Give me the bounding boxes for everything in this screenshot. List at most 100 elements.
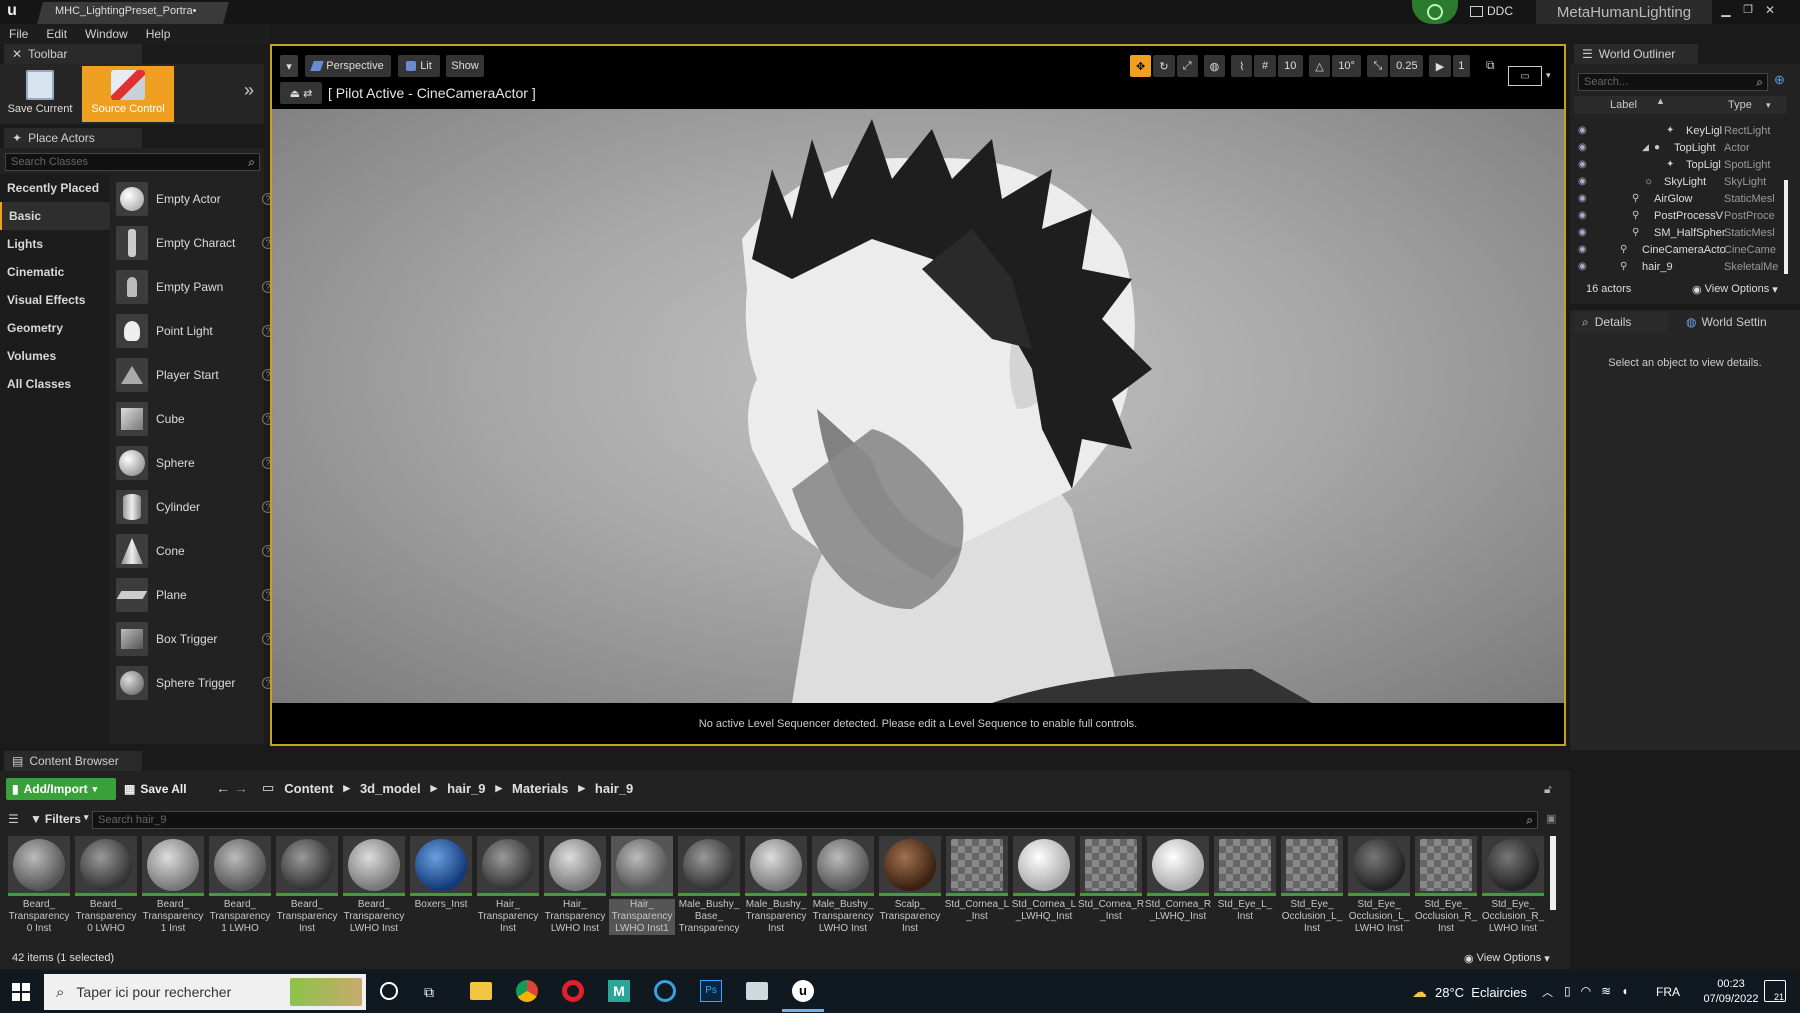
- category-cinematic[interactable]: Cinematic: [0, 258, 110, 286]
- angle-snap-value[interactable]: 10°: [1332, 55, 1362, 77]
- photoshop-icon[interactable]: Ps: [700, 980, 722, 1002]
- tray-overflow-icon[interactable]: ︿: [1542, 984, 1553, 1000]
- asset-tile[interactable]: [1482, 836, 1544, 896]
- category-visual-effects[interactable]: Visual Effects: [0, 286, 110, 314]
- breadcrumb-separator-icon[interactable]: ▸: [495, 780, 502, 796]
- breadcrumb-item-materials[interactable]: Materials: [512, 781, 568, 796]
- angle-snap-icon[interactable]: △: [1308, 55, 1331, 77]
- scale-snap-icon[interactable]: ⤡: [1367, 55, 1389, 77]
- actor-item-empty-pawn[interactable]: Empty Pawn?: [116, 267, 274, 307]
- perspective-button[interactable]: Perspective: [305, 55, 391, 77]
- viewport-layout-dropdown-icon[interactable]: ▾: [1546, 70, 1551, 81]
- add-filter-icon[interactable]: ⊕: [1774, 72, 1785, 88]
- asset-tile[interactable]: [410, 836, 472, 896]
- asset-tile[interactable]: [678, 836, 740, 896]
- scale-icon[interactable]: ⤢: [1176, 55, 1198, 77]
- actor-item-empty-character[interactable]: Empty Charact?: [116, 223, 274, 263]
- camera-speed-icon[interactable]: ▶: [1429, 55, 1451, 77]
- content-browser-tab[interactable]: ▤ Content Browser: [4, 751, 142, 771]
- network-icon[interactable]: ◠: [1581, 984, 1591, 998]
- app-window-icon[interactable]: [746, 982, 768, 1000]
- breadcrumb-separator-icon[interactable]: ▸: [431, 780, 438, 796]
- volume-icon[interactable]: ◖: [1621, 984, 1628, 998]
- scale-snap-value[interactable]: 0.25: [1390, 55, 1424, 77]
- visibility-eye-icon[interactable]: ◉: [1578, 261, 1587, 272]
- grid-snap-icon[interactable]: #: [1254, 55, 1276, 77]
- asset-tile[interactable]: [1147, 836, 1209, 896]
- viewport-options-dropdown[interactable]: ▾: [280, 55, 298, 77]
- ddc-indicator[interactable]: DDC: [1470, 4, 1513, 18]
- toolbar-tab[interactable]: ✕ Toolbar: [4, 44, 142, 64]
- opera-icon[interactable]: [562, 980, 584, 1002]
- scene-render[interactable]: [272, 109, 1564, 703]
- actor-item-cube[interactable]: Cube?: [116, 399, 274, 439]
- source-control-status-icon[interactable]: [1412, 0, 1458, 24]
- asset-tile[interactable]: [142, 836, 204, 896]
- notification-center-icon[interactable]: 21: [1764, 980, 1786, 1002]
- save-all-button[interactable]: ▦ Save All: [124, 778, 202, 800]
- clock[interactable]: 00:23 07/09/2022: [1696, 977, 1766, 1007]
- camera-speed-value[interactable]: 1: [1452, 55, 1470, 77]
- lock-icon[interactable]: 🔓︎: [1544, 782, 1552, 797]
- asset-tile[interactable]: [1013, 836, 1075, 896]
- menu-file[interactable]: File: [0, 27, 37, 41]
- asset-tile[interactable]: [1214, 836, 1276, 896]
- chrome-icon[interactable]: [516, 980, 538, 1002]
- outliner-col-type[interactable]: Type: [1728, 99, 1752, 111]
- history-back-button[interactable]: ←: [216, 780, 230, 796]
- visibility-eye-icon[interactable]: ◉: [1578, 159, 1587, 170]
- outliner-row[interactable]: ◉ ⚲ CineCameraActo CineCame: [1574, 241, 1790, 258]
- category-basic[interactable]: Basic: [0, 202, 110, 230]
- source-control-button[interactable]: Source Control: [82, 66, 174, 122]
- breadcrumb-separator-icon[interactable]: ▸: [578, 780, 585, 796]
- actor-item-sphere[interactable]: Sphere?: [116, 443, 274, 483]
- translate-icon[interactable]: ✥: [1130, 55, 1152, 77]
- category-volumes[interactable]: Volumes: [0, 342, 110, 370]
- asset-search-input[interactable]: Search hair_9 ⌕: [92, 811, 1538, 829]
- category-geometry[interactable]: Geometry: [0, 314, 110, 342]
- taskbar-search-input[interactable]: ⌕ Taper ici pour rechercher: [44, 974, 366, 1010]
- asset-tile[interactable]: [1348, 836, 1410, 896]
- outliner-row[interactable]: ◉ ✦ KeyLigl RectLight: [1574, 122, 1790, 139]
- asset-tile[interactable]: [879, 836, 941, 896]
- viewport-layout-icon[interactable]: ▭: [1508, 66, 1542, 86]
- visibility-eye-icon[interactable]: ◉: [1578, 125, 1587, 136]
- unreal-logo-icon[interactable]: u: [2, 2, 22, 22]
- asset-tile[interactable]: [1080, 836, 1142, 896]
- content-view-options[interactable]: ◉ View Options ▾: [1464, 952, 1550, 965]
- actor-item-player-start[interactable]: Player Start?: [116, 355, 274, 395]
- windows-start-icon[interactable]: [12, 983, 30, 1001]
- outliner-scrollbar[interactable]: [1784, 180, 1788, 274]
- outliner-row[interactable]: ◉ ✦ TopLigl SpotLight: [1574, 156, 1790, 173]
- grid-snap-value[interactable]: 10: [1277, 55, 1303, 77]
- asset-tile[interactable]: [544, 836, 606, 896]
- metahuman-app-icon[interactable]: M: [608, 980, 630, 1002]
- visibility-eye-icon[interactable]: ◉: [1578, 227, 1587, 238]
- outliner-view-options[interactable]: ◉ View Options ▾: [1692, 283, 1778, 296]
- outliner-row[interactable]: ◉ ⚲ hair_9 SkeletalMe: [1574, 258, 1790, 275]
- asset-tile[interactable]: [477, 836, 539, 896]
- filters-button[interactable]: ▼ Filters ▾: [30, 812, 88, 826]
- battery-icon[interactable]: ▯: [1564, 984, 1571, 998]
- expand-toolbar-icon[interactable]: »: [244, 80, 254, 101]
- ccleaner-icon[interactable]: [654, 980, 676, 1002]
- show-button[interactable]: Show: [446, 55, 484, 77]
- file-explorer-icon[interactable]: [470, 982, 492, 1000]
- breadcrumb-item-hair-9-current[interactable]: hair_9: [595, 781, 633, 796]
- category-all-classes[interactable]: All Classes: [0, 370, 110, 398]
- menu-edit[interactable]: Edit: [37, 27, 76, 41]
- asset-tile[interactable]: [276, 836, 338, 896]
- outliner-col-label[interactable]: Label: [1610, 99, 1637, 111]
- weather-widget[interactable]: ☁ 28°C Eclaircies: [1412, 983, 1527, 1001]
- language-indicator[interactable]: FRA: [1656, 985, 1680, 999]
- outliner-row[interactable]: ◉ ⚲ AirGlow StaticMesl: [1574, 190, 1790, 207]
- asset-tile[interactable]: [946, 836, 1008, 896]
- details-tab[interactable]: ⌕ Details: [1574, 312, 1668, 332]
- wifi-icon[interactable]: ≋: [1601, 984, 1611, 998]
- world-settings-tab[interactable]: ◍ World Settin: [1686, 312, 1794, 332]
- save-search-icon[interactable]: ▣: [1546, 812, 1556, 825]
- asset-tile[interactable]: [8, 836, 70, 896]
- category-recently-placed[interactable]: Recently Placed: [0, 174, 110, 202]
- menu-window[interactable]: Window: [76, 27, 137, 41]
- actor-item-sphere-trigger[interactable]: Sphere Trigger?: [116, 663, 274, 703]
